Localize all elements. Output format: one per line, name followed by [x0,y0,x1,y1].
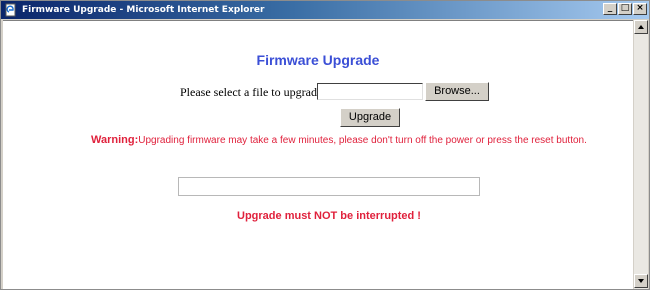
warning-message: Warning:Upgrading firmware may take a fe… [91,134,631,146]
title-bar[interactable]: Firmware Upgrade - Microsoft Internet Ex… [1,1,649,19]
window-title: Firmware Upgrade - Microsoft Internet Ex… [22,5,265,15]
maximize-button[interactable]: □ [618,3,632,15]
interrupt-warning: Upgrade must NOT be interrupted ! [237,210,421,222]
page-title: Firmware Upgrade [256,52,380,68]
browser-window: Firmware Upgrade - Microsoft Internet Ex… [0,0,650,290]
minimize-button[interactable]: _ [603,3,617,15]
file-path-input[interactable] [317,83,423,100]
browse-button[interactable]: Browse... [425,82,489,101]
file-select-label: Please select a file to upgrade: [180,85,326,99]
upgrade-progress-bar [178,177,480,196]
close-icon: × [636,3,644,13]
ie-page-icon [4,3,18,17]
warning-prefix: Warning: [91,134,139,146]
scroll-down-button[interactable] [634,274,648,288]
scroll-up-arrow-icon [638,25,644,29]
maximize-icon: □ [620,3,630,13]
scroll-down-arrow-icon [638,279,644,283]
scroll-up-button[interactable] [634,20,648,34]
warning-text: Upgrading firmware may take a few minute… [138,135,587,146]
upgrade-button[interactable]: Upgrade [340,108,400,127]
close-button[interactable]: × [633,3,647,15]
vertical-scrollbar[interactable] [634,20,648,289]
minimize-icon: _ [607,3,613,13]
page-content: Firmware Upgrade Please select a file to… [3,20,633,289]
